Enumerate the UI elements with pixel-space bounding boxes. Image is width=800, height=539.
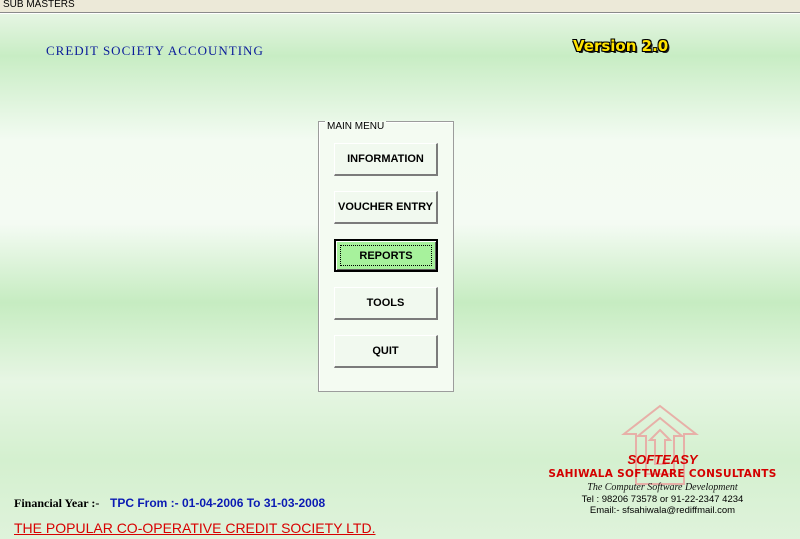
voucher-entry-button-label: VOUCHER ENTRY: [338, 201, 433, 213]
financial-year-value: TPC From :- 01-04-2006 To 31-03-2008: [110, 496, 326, 510]
app-title: CREDIT SOCIETY ACCOUNTING: [46, 43, 264, 58]
house-arrows-logo-icon: [621, 404, 699, 485]
information-button-label: INFORMATION: [347, 153, 424, 165]
tools-button[interactable]: TOOLS: [334, 287, 438, 320]
version-label: Version 2.0: [573, 37, 669, 55]
financial-year-label: Financial Year :-: [14, 496, 100, 510]
vendor-tagline: The Computer Software Development: [587, 482, 738, 493]
voucher-entry-button[interactable]: VOUCHER ENTRY: [334, 191, 438, 224]
window-title-bar: SUB MASTERS: [0, 0, 800, 13]
society-name: THE POPULAR CO-OPERATIVE CREDIT SOCIETY …: [14, 520, 376, 536]
information-button[interactable]: INFORMATION: [334, 143, 438, 176]
quit-button[interactable]: QUIT: [334, 335, 438, 368]
vendor-company: SAHIWALA SOFTWARE CONSULTANTS: [548, 468, 777, 480]
tools-button-label: TOOLS: [366, 297, 405, 309]
focus-rectangle: [340, 245, 432, 266]
quit-button-label: QUIT: [372, 345, 399, 357]
window-title: SUB MASTERS: [3, 0, 75, 10]
vendor-phone: Tel : 98206 73578 or 91-22-2347 4234: [581, 494, 744, 505]
vendor-email: Email:- sfsahiwala@rediffmail.com: [589, 505, 736, 516]
reports-button[interactable]: REPORTS: [334, 239, 438, 272]
main-menu-legend: MAIN MENU: [325, 121, 387, 132]
vendor-brand: SOFTEASY: [627, 452, 698, 467]
